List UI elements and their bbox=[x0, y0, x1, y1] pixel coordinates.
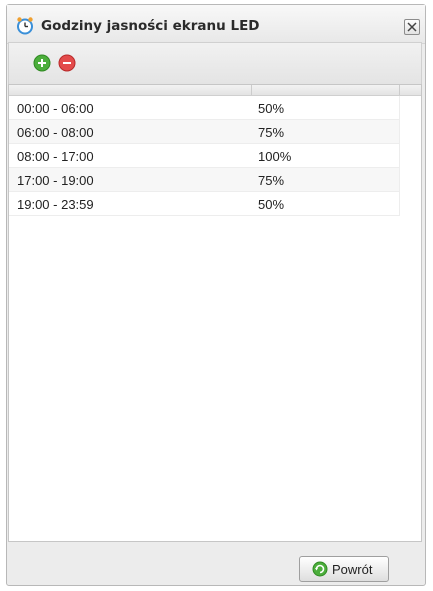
table-row[interactable]: 19:00 - 23:59 50% bbox=[9, 192, 400, 216]
time-range-cell: 08:00 - 17:00 bbox=[17, 149, 94, 164]
grid-header bbox=[9, 85, 421, 96]
brightness-cell: 75% bbox=[258, 173, 285, 188]
clock-icon bbox=[17, 17, 33, 35]
table-row[interactable]: 17:00 - 19:00 75% bbox=[9, 168, 400, 192]
row-divider bbox=[399, 144, 400, 168]
refresh-icon bbox=[312, 561, 328, 577]
toolbar bbox=[8, 42, 422, 84]
row-divider bbox=[399, 168, 400, 192]
dialog-title: Godziny jasności ekranu LED bbox=[41, 18, 260, 34]
row-divider bbox=[399, 96, 400, 120]
back-button-label: Powrót bbox=[332, 562, 373, 577]
add-icon[interactable] bbox=[33, 54, 51, 72]
close-button[interactable] bbox=[404, 19, 420, 35]
row-divider bbox=[399, 192, 400, 216]
row-divider bbox=[399, 120, 400, 144]
brightness-cell: 50% bbox=[258, 197, 285, 212]
brightness-cell: 75% bbox=[258, 125, 285, 140]
table-row[interactable]: 08:00 - 17:00 100% bbox=[9, 144, 400, 168]
time-range-cell: 17:00 - 19:00 bbox=[17, 173, 94, 188]
remove-icon[interactable] bbox=[58, 54, 76, 72]
table-row[interactable]: 00:00 - 06:00 50% bbox=[9, 96, 400, 120]
table-row[interactable]: 06:00 - 08:00 75% bbox=[9, 120, 400, 144]
time-range-cell: 00:00 - 06:00 bbox=[17, 101, 94, 116]
brightness-schedule-grid: 00:00 - 06:00 50% 06:00 - 08:00 75% 08:0… bbox=[8, 84, 422, 542]
column-separator[interactable] bbox=[399, 85, 400, 95]
brightness-cell: 100% bbox=[258, 149, 292, 164]
title-bar[interactable]: Godziny jasności ekranu LED bbox=[7, 5, 425, 44]
time-range-cell: 19:00 - 23:59 bbox=[17, 197, 94, 212]
column-separator[interactable] bbox=[251, 85, 252, 95]
time-range-cell: 06:00 - 08:00 bbox=[17, 125, 94, 140]
brightness-cell: 50% bbox=[258, 101, 285, 116]
back-button[interactable]: Powrót bbox=[299, 556, 389, 582]
close-icon bbox=[407, 22, 417, 32]
